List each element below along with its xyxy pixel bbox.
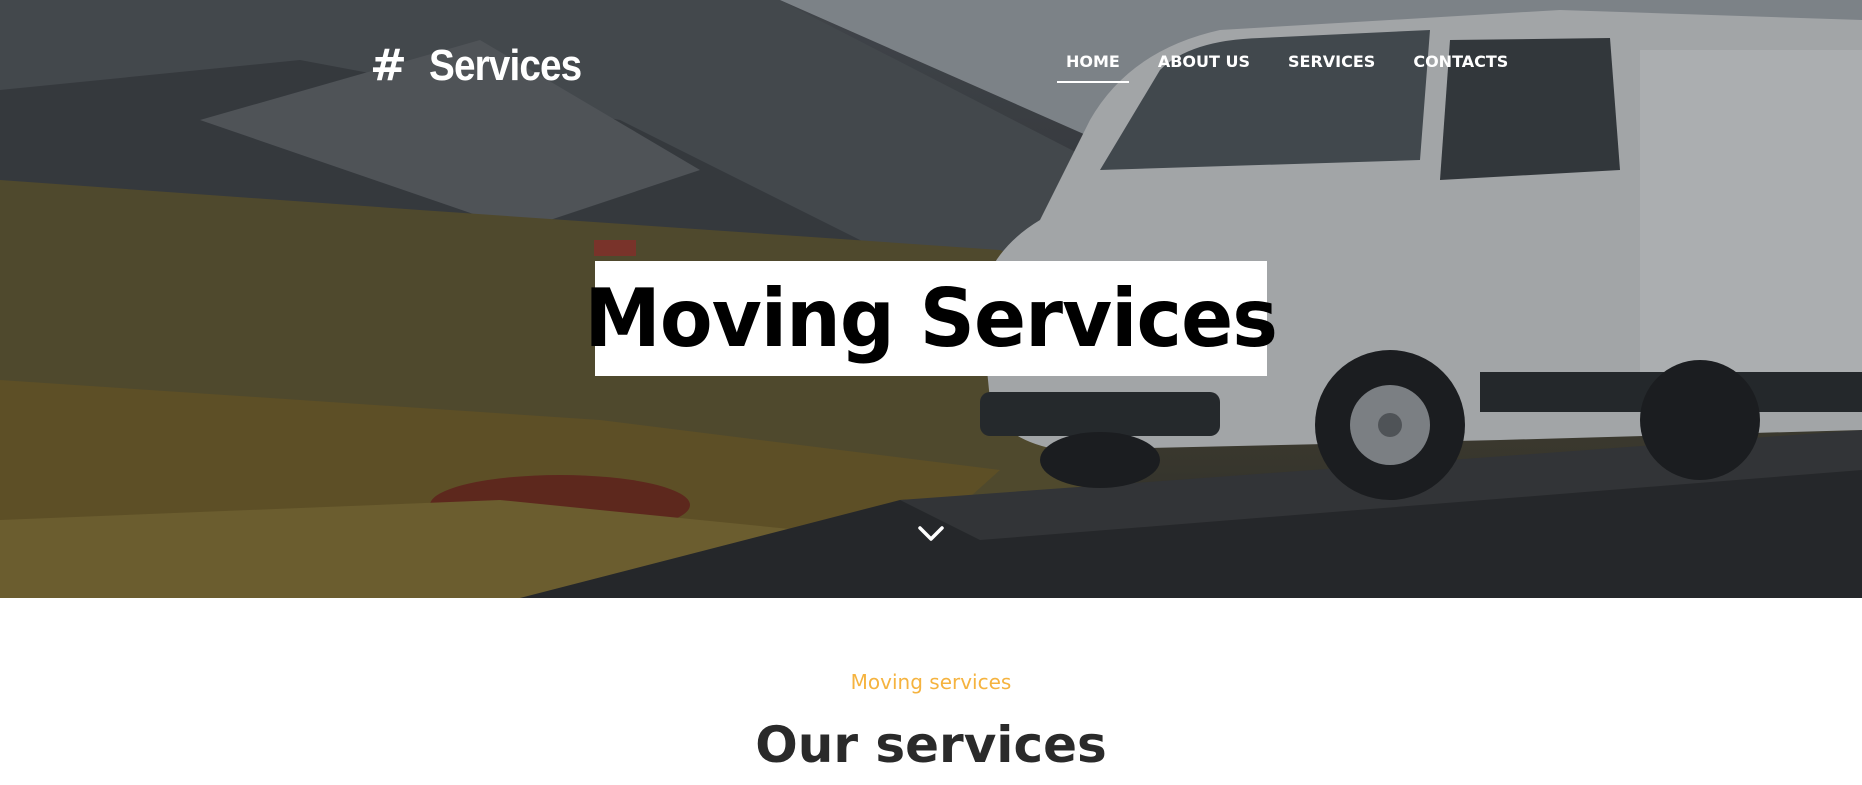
site-logo[interactable]: # Services	[370, 36, 602, 96]
nav-services[interactable]: SERVICES	[1288, 50, 1375, 83]
section-title: Our services	[755, 716, 1107, 774]
logo-text: Services	[428, 41, 582, 90]
main-navigation: HOME ABOUT US SERVICES CONTACTS	[1057, 50, 1546, 83]
nav-contacts[interactable]: CONTACTS	[1413, 50, 1508, 83]
chevron-down-icon[interactable]	[916, 522, 946, 546]
nav-about-us[interactable]: ABOUT US	[1158, 50, 1250, 83]
hero-headline: Moving Services	[584, 272, 1279, 365]
services-intro-section: Moving services Our services	[0, 598, 1862, 785]
section-eyebrow: Moving services	[850, 670, 1012, 694]
hero-headline-box: Moving Services	[585, 261, 1278, 376]
nav-home[interactable]: HOME	[1057, 50, 1129, 83]
hash-icon: #	[370, 40, 407, 91]
hero-section: # Services HOME ABOUT US SERVICES CONTAC…	[0, 0, 1862, 598]
